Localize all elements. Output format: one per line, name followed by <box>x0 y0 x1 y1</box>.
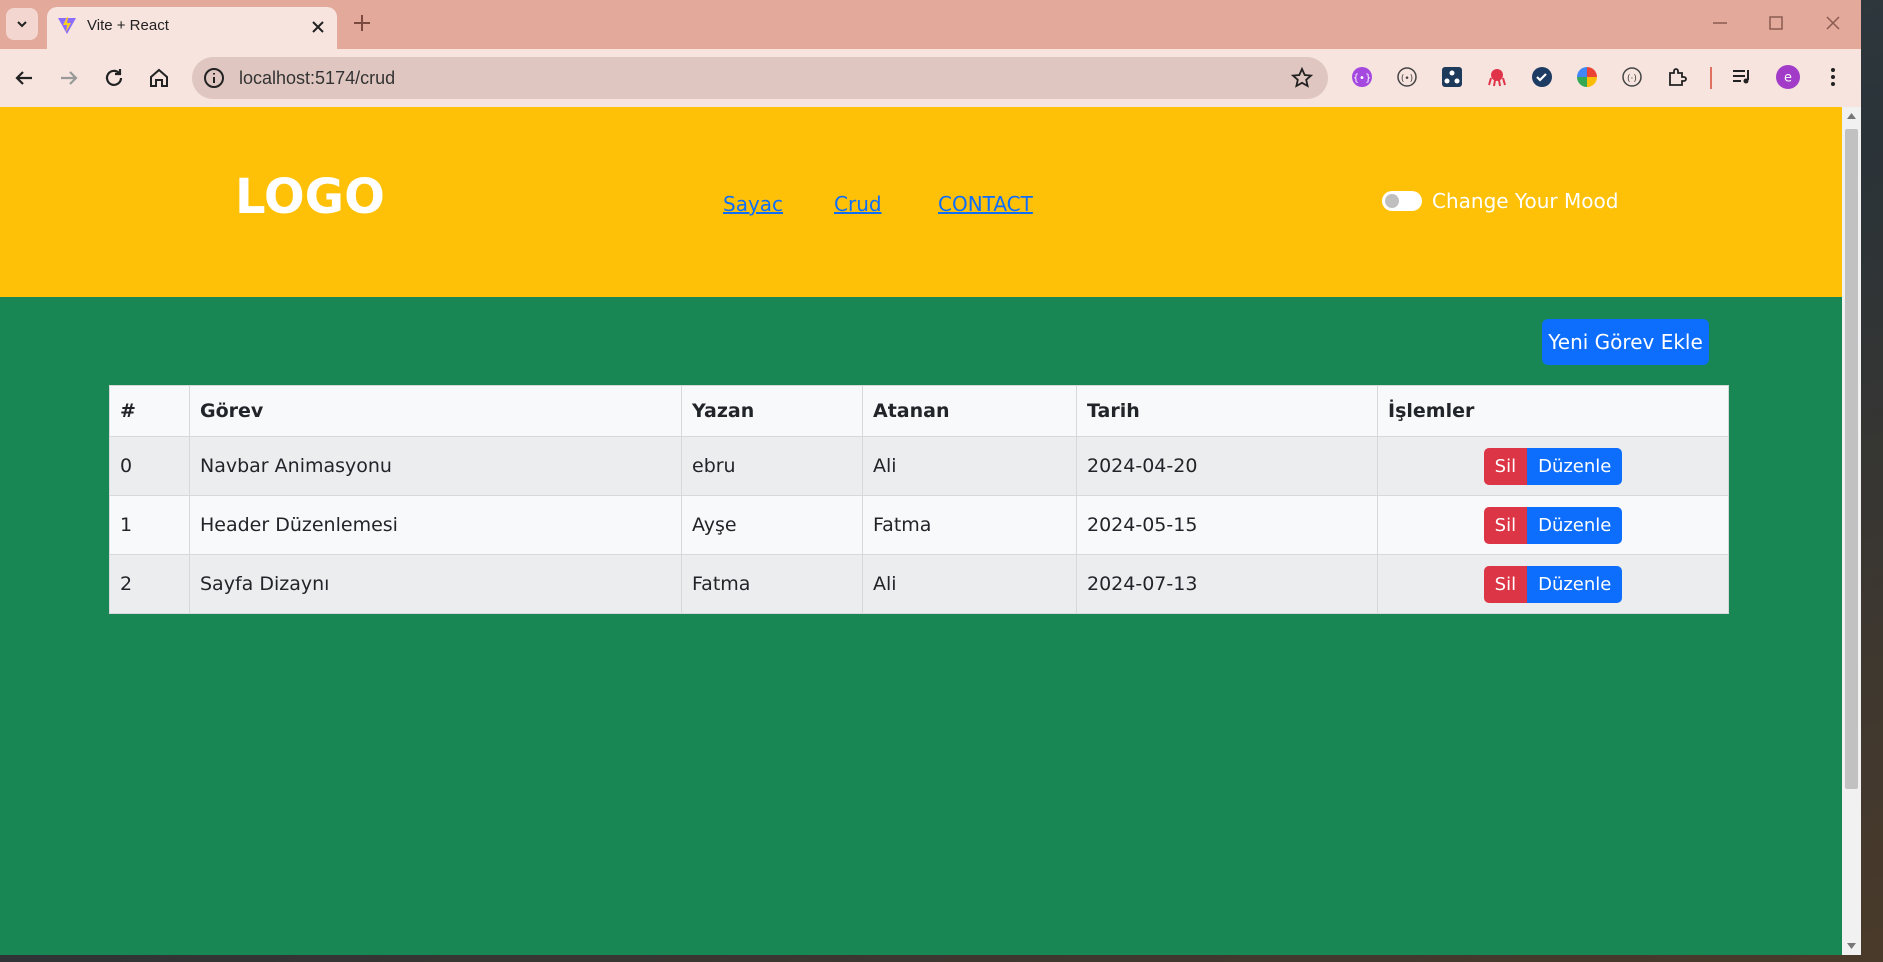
forward-button[interactable] <box>55 64 83 92</box>
col-header-assignee: Atanan <box>862 385 1077 437</box>
toolbar-divider <box>1710 67 1712 89</box>
nav-link-crud[interactable]: Crud <box>834 192 882 216</box>
cell-task: Header Düzenlemesi <box>189 495 682 555</box>
main-content: Yeni Görev Ekle # Görev Yazan Atanan Tar… <box>0 297 1842 955</box>
home-icon <box>150 68 168 87</box>
reload-icon <box>105 69 123 86</box>
media-control-icon[interactable] <box>1730 65 1754 89</box>
site-info-icon[interactable] <box>202 66 226 90</box>
close-window-icon[interactable] <box>1822 12 1844 34</box>
col-header-id: # <box>109 385 190 437</box>
svg-text:{•}: {•} <box>1353 73 1372 84</box>
action-button-group: Sil Düzenle <box>1483 565 1623 603</box>
close-tab-icon[interactable] <box>307 16 329 38</box>
cell-author: Ayşe <box>681 495 863 555</box>
extension-5-icon[interactable] <box>1530 65 1554 89</box>
arrow-right-icon <box>61 71 78 85</box>
cell-id: 2 <box>109 554 190 614</box>
reload-button[interactable] <box>100 64 128 92</box>
new-tab-icon[interactable] <box>350 11 374 35</box>
col-header-actions: İşlemler <box>1377 385 1729 437</box>
col-header-date: Tarih <box>1076 385 1378 437</box>
edit-button[interactable]: Düzenle <box>1527 565 1623 603</box>
task-table: # Görev Yazan Atanan Tarih İşlemler 0 Na… <box>109 385 1729 614</box>
cell-author: Fatma <box>681 554 863 614</box>
tab-strip: Vite + React <box>0 0 1861 49</box>
cell-date: 2024-04-20 <box>1076 436 1378 496</box>
extensions-puzzle-icon[interactable] <box>1665 65 1689 89</box>
tab-search-button[interactable] <box>6 8 38 40</box>
extension-2-icon[interactable]: (•) <box>1395 65 1419 89</box>
col-header-task: Görev <box>189 385 682 437</box>
scrollbar-thumb[interactable] <box>1845 129 1858 789</box>
cell-actions: Sil Düzenle <box>1377 554 1729 614</box>
delete-button[interactable]: Sil <box>1483 506 1528 544</box>
cell-task: Sayfa Dizaynı <box>189 554 682 614</box>
delete-button[interactable]: Sil <box>1483 447 1528 485</box>
cell-assignee: Ali <box>862 436 1077 496</box>
col-header-author: Yazan <box>681 385 863 437</box>
cell-id: 1 <box>109 495 190 555</box>
maximize-icon[interactable] <box>1765 12 1787 34</box>
svg-text:(·): (·) <box>1627 74 1637 84</box>
url-text[interactable]: localhost:5174/crud <box>239 68 395 89</box>
browser-toolbar: localhost:5174/crud {•} (•) (·) e <box>0 49 1861 107</box>
nav-link-sayac[interactable]: Sayac <box>723 192 783 216</box>
delete-button[interactable]: Sil <box>1483 565 1528 603</box>
logo[interactable]: LOGO <box>235 169 385 225</box>
cell-actions: Sil Düzenle <box>1377 436 1729 496</box>
extension-3-icon[interactable] <box>1440 65 1464 89</box>
page-scrollbar[interactable] <box>1842 107 1861 955</box>
svg-text:e: e <box>1784 71 1792 86</box>
extension-4-icon[interactable] <box>1485 65 1509 89</box>
mood-label: Change Your Mood <box>1432 189 1619 213</box>
browser-tab[interactable]: Vite + React <box>47 7 337 49</box>
cell-date: 2024-05-15 <box>1076 495 1378 555</box>
page-viewport: LOGO Sayac Crud CONTACT Change Your Mood… <box>0 107 1842 955</box>
nav-link-contact[interactable]: CONTACT <box>938 192 1033 216</box>
bookmark-star-icon[interactable] <box>1290 66 1314 90</box>
browser-window: Vite + React localhost:5174/crud {•} (•) <box>0 0 1861 955</box>
extension-6-icon[interactable] <box>1575 65 1599 89</box>
browser-menu-icon[interactable] <box>1821 65 1845 89</box>
table-row: 1 Header Düzenlemesi Ayşe Fatma 2024-05-… <box>109 495 1729 555</box>
switch-knob <box>1385 194 1399 208</box>
site-navbar: LOGO Sayac Crud CONTACT Change Your Mood <box>0 107 1842 297</box>
table-header-row: # Görev Yazan Atanan Tarih İşlemler <box>109 385 1729 437</box>
action-button-group: Sil Düzenle <box>1483 447 1623 485</box>
cell-task: Navbar Animasyonu <box>189 436 682 496</box>
cell-assignee: Ali <box>862 554 1077 614</box>
profile-avatar[interactable]: e <box>1776 65 1800 89</box>
cell-id: 0 <box>109 436 190 496</box>
cell-date: 2024-07-13 <box>1076 554 1378 614</box>
add-task-button[interactable]: Yeni Görev Ekle <box>1542 319 1709 365</box>
extension-1-icon[interactable]: {•} <box>1350 65 1374 89</box>
back-button[interactable] <box>10 64 38 92</box>
action-button-group: Sil Düzenle <box>1483 506 1623 544</box>
mood-switch[interactable] <box>1382 191 1422 211</box>
scroll-up-icon[interactable] <box>1847 113 1856 119</box>
vite-icon <box>58 17 76 34</box>
scroll-down-icon[interactable] <box>1847 943 1856 949</box>
arrow-left-icon <box>15 71 32 85</box>
edit-button[interactable]: Düzenle <box>1527 506 1623 544</box>
edit-button[interactable]: Düzenle <box>1527 447 1623 485</box>
address-bar[interactable]: localhost:5174/crud <box>192 57 1328 99</box>
table-row: 2 Sayfa Dizaynı Fatma Ali 2024-07-13 Sil… <box>109 554 1729 614</box>
mood-toggle[interactable]: Change Your Mood <box>1382 189 1618 213</box>
table-row: 0 Navbar Animasyonu ebru Ali 2024-04-20 … <box>109 436 1729 496</box>
home-button[interactable] <box>145 64 173 92</box>
cell-assignee: Fatma <box>862 495 1077 555</box>
minimize-icon[interactable] <box>1709 12 1731 34</box>
extension-7-icon[interactable]: (·) <box>1620 65 1644 89</box>
cell-actions: Sil Düzenle <box>1377 495 1729 555</box>
chevron-down-icon <box>17 21 27 28</box>
cell-author: ebru <box>681 436 863 496</box>
tab-title: Vite + React <box>87 17 169 34</box>
svg-text:(•): (•) <box>1401 74 1413 84</box>
